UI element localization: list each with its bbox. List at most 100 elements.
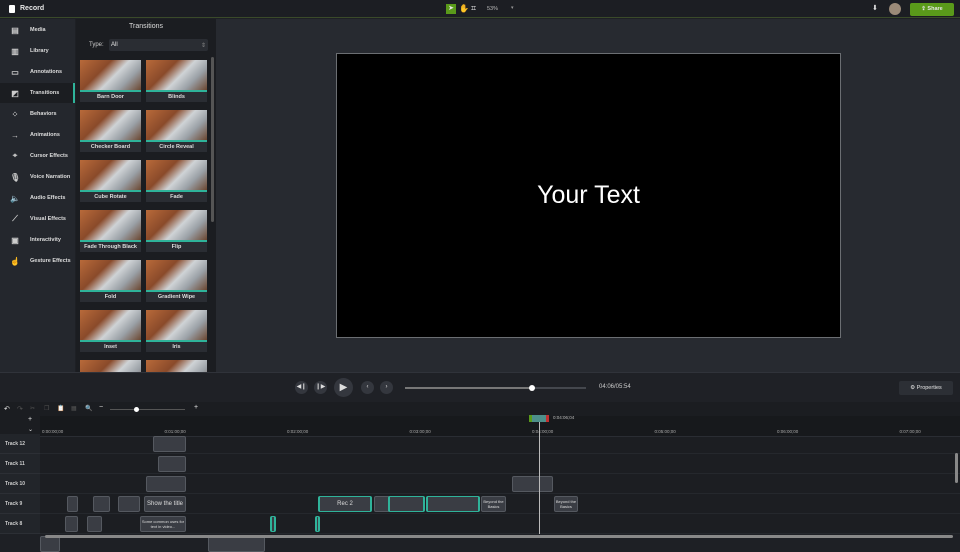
zoom-select[interactable]: 53% — [487, 6, 498, 12]
track-header[interactable]: Track 11 — [0, 454, 40, 474]
timeline-clip[interactable] — [118, 496, 140, 512]
collapse-icon[interactable]: ⌄ — [28, 426, 33, 433]
transition-iris[interactable]: Iris — [146, 310, 207, 354]
download-icon[interactable]: ⬇ — [872, 4, 878, 12]
paste-icon[interactable]: 📋 — [57, 405, 64, 412]
transition-label: Blinds — [146, 92, 207, 102]
timeline-clip[interactable] — [315, 516, 320, 532]
crop-tool-icon[interactable]: ⌗ — [471, 3, 476, 14]
track-header[interactable]: Track 12 — [0, 434, 40, 454]
pan-tool-icon[interactable]: ✋ — [459, 4, 469, 13]
sidebar-item-gesture-effects[interactable]: ☝ Gesture Effects — [0, 251, 75, 271]
sidebar-item-label: Behaviors — [30, 111, 57, 117]
transition-thumbnail — [80, 60, 141, 92]
transition-flip[interactable]: Flip — [146, 210, 207, 254]
transition-label: Fold — [80, 292, 141, 302]
properties-button[interactable]: ⚙ Properties — [899, 381, 953, 395]
timeline-clip[interactable] — [87, 516, 102, 532]
transition-barn-door[interactable]: Barn Door — [80, 60, 141, 104]
timeline-clip[interactable] — [93, 496, 110, 512]
zoom-slider-handle[interactable] — [134, 407, 139, 412]
copy-icon[interactable]: ❐ — [44, 405, 49, 412]
sidebar-item-interactivity[interactable]: ▣ Interactivity — [0, 230, 75, 250]
timeline-vertical-scrollbar[interactable] — [955, 453, 958, 483]
time-display: 04:06/05:54 — [599, 384, 631, 390]
track-header[interactable]: Track 8 — [0, 514, 40, 534]
timeline-clip[interactable] — [67, 496, 78, 512]
timeline-clip[interactable]: Rec 2 — [318, 496, 372, 512]
sidebar-item-annotations[interactable]: ▭ Annotations — [0, 62, 75, 82]
transition-inset[interactable]: Inset — [80, 310, 141, 354]
timeline-clip[interactable] — [426, 496, 480, 512]
timeline-clip[interactable]: Some common uses for text in video... — [140, 516, 186, 532]
sidebar-item-cursor-effects[interactable]: ⌖ Cursor Effects — [0, 146, 75, 166]
transition-gradient-wipe[interactable]: Gradient Wipe — [146, 260, 207, 304]
timeline-clip[interactable] — [153, 436, 186, 452]
transition-fold[interactable]: Fold — [80, 260, 141, 304]
record-button[interactable]: Record — [20, 5, 44, 12]
timeline-clip[interactable] — [40, 536, 60, 552]
sidebar-item-label: Media — [30, 27, 46, 33]
zoom-icon[interactable]: 🔍 — [85, 405, 92, 412]
transition-label: Gradient Wipe — [146, 292, 207, 302]
timeline-clip[interactable] — [388, 496, 425, 512]
zoom-out-button[interactable]: − — [99, 404, 103, 411]
redo-icon[interactable]: ↷ — [17, 405, 23, 413]
sidebar-item-animations[interactable]: → Animations — [0, 125, 75, 145]
transition-item[interactable] — [146, 360, 207, 372]
timeline-clip[interactable] — [158, 456, 186, 472]
track-header[interactable]: Track 10 — [0, 474, 40, 494]
sidebar-item-transitions[interactable]: ◩ Transitions — [0, 83, 75, 103]
sidebar-item-voice-narration[interactable]: 🎙 Voice Narration — [0, 167, 75, 187]
add-track-icon[interactable]: + — [28, 416, 32, 423]
track-header[interactable]: Track 9 — [0, 494, 40, 514]
timeline-clip[interactable] — [208, 536, 265, 552]
transition-checker-board[interactable]: Checker Board — [80, 110, 141, 154]
transition-blinds[interactable]: Blinds — [146, 60, 207, 104]
transition-item[interactable] — [80, 360, 141, 372]
sidebar-item-library[interactable]: ▥ Library — [0, 41, 75, 61]
transition-label: Fade — [146, 192, 207, 202]
zoom-in-button[interactable]: + — [194, 404, 198, 411]
cut-icon[interactable]: ✂ — [30, 405, 35, 412]
preview-canvas[interactable]: Your Text — [336, 53, 841, 338]
library-icon: ▥ — [11, 46, 19, 56]
scrub-bar[interactable] — [405, 385, 586, 391]
avatar[interactable] — [889, 3, 901, 15]
step-back-icon[interactable]: ◀❙ — [295, 381, 308, 394]
transition-fade-through-black[interactable]: Fade Through Black — [80, 210, 141, 254]
sidebar-item-media[interactable]: ▤ Media — [0, 20, 75, 40]
split-icon[interactable]: ▦ — [71, 405, 77, 412]
timeline-horizontal-scrollbar[interactable] — [45, 535, 953, 538]
timeline-clip[interactable] — [270, 516, 276, 532]
canvas-text[interactable]: Your Text — [537, 181, 640, 210]
sidebar-item-audio-effects[interactable]: 🔈 Audio Effects — [0, 188, 75, 208]
scrub-handle[interactable] — [528, 385, 535, 391]
record-icon[interactable] — [9, 5, 15, 13]
transition-cube-rotate[interactable]: Cube Rotate — [80, 160, 141, 204]
timeline-clip[interactable] — [146, 476, 186, 492]
chevron-down-icon[interactable]: ▾ — [511, 5, 514, 11]
sidebar-item-behaviors[interactable]: ⁘ Behaviors — [0, 104, 75, 124]
playhead-handle[interactable] — [529, 415, 549, 422]
zoom-slider[interactable] — [110, 407, 185, 412]
undo-icon[interactable]: ↶ — [4, 405, 10, 413]
previous-marker-icon[interactable]: ‹ — [361, 381, 374, 394]
timeline-clip[interactable]: Beyond the Basics — [481, 496, 506, 512]
timeline-clip[interactable]: Show the title — [144, 496, 186, 512]
select-tool-icon[interactable]: ➤ — [446, 4, 456, 14]
type-select[interactable]: All ⇕ — [109, 39, 208, 51]
type-label: Type: — [89, 42, 104, 48]
playhead-line[interactable] — [539, 422, 540, 534]
panel-scrollbar[interactable] — [211, 57, 214, 222]
next-marker-icon[interactable]: › — [380, 381, 393, 394]
timeline-clip[interactable] — [65, 516, 78, 532]
timeline-clip[interactable]: Beyond the Basics — [554, 496, 578, 512]
timeline-clip[interactable] — [512, 476, 553, 492]
sidebar-item-visual-effects[interactable]: ⟋ Visual Effects — [0, 209, 75, 229]
transition-fade[interactable]: Fade — [146, 160, 207, 204]
share-button[interactable]: ⇪ Share — [910, 3, 954, 16]
step-forward-icon[interactable]: ❙▶ — [314, 381, 327, 394]
transition-circle-reveal[interactable]: Circle Reveal — [146, 110, 207, 154]
play-button[interactable]: ▶ — [334, 378, 353, 397]
